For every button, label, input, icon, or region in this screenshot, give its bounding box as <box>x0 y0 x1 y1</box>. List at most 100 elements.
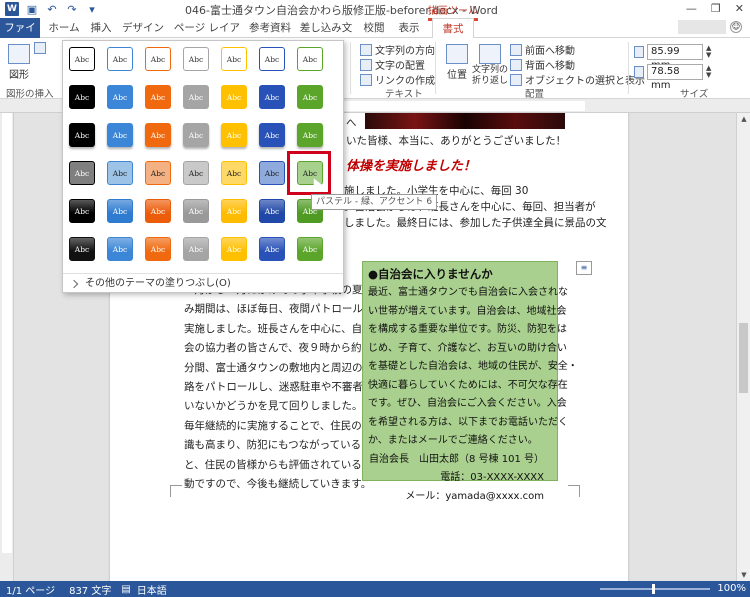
shape-height-input[interactable]: 85.99 mm <box>647 44 703 71</box>
feedback-smiley-icon[interactable]: ☺ <box>730 21 742 33</box>
shape-style-swatch[interactable]: Abc <box>145 199 171 223</box>
user-account[interactable]: ☺ <box>678 20 742 34</box>
title-bar: W ▣ ↶ ↷ ▾ 046-富士通タウン自治会かわら版修正版-beforer.d… <box>0 0 750 18</box>
width-spin-arrows[interactable]: ▲ ▼ <box>706 65 714 79</box>
undo-icon[interactable]: ↶ <box>45 2 59 16</box>
vertical-ruler[interactable] <box>0 113 14 581</box>
header-image[interactable] <box>365 113 565 129</box>
shape-style-swatch[interactable]: Abc <box>183 161 209 185</box>
shape-style-swatch[interactable]: Abc <box>107 47 133 71</box>
shape-style-swatch[interactable]: Abc <box>259 123 285 147</box>
zoom-slider-knob[interactable] <box>652 584 655 594</box>
shape-style-swatch[interactable]: Abc <box>297 237 323 261</box>
tab-design[interactable]: デザイン <box>120 18 166 38</box>
doc-text-line: しました。最終日には、参加した子供達全員に景品の文 <box>344 217 607 229</box>
shape-style-swatch[interactable]: Abc <box>107 85 133 109</box>
shape-style-swatch[interactable]: Abc <box>221 123 247 147</box>
tab-references[interactable]: 参考資料 <box>246 18 294 38</box>
shape-style-swatch[interactable]: Abc <box>221 47 247 71</box>
vertical-scrollbar[interactable]: ▲ ▼ <box>736 113 750 581</box>
shape-style-swatch[interactable]: Abc <box>297 85 323 109</box>
shape-style-swatch[interactable]: Abc <box>69 123 95 147</box>
shape-style-swatch[interactable]: Abc <box>297 123 323 147</box>
text-box-title: ●自治会に入りませんか <box>368 267 493 281</box>
article-line: 実施しました。班長さんを中心に、自治 <box>184 322 373 335</box>
edit-points-button[interactable] <box>34 42 46 54</box>
tab-file[interactable]: ファイル <box>0 18 40 54</box>
shape-height-spinner[interactable]: 85.99 mm ▲▼ <box>634 44 714 71</box>
shape-style-swatch[interactable]: Abc <box>183 47 209 71</box>
scroll-thumb[interactable] <box>739 323 748 393</box>
redo-icon[interactable]: ↷ <box>65 2 79 16</box>
shape-style-swatch[interactable]: Abc <box>259 161 285 185</box>
shape-button[interactable]: 図形 <box>2 42 36 81</box>
tab-home[interactable]: ホーム <box>44 18 84 38</box>
scroll-up-arrow-icon[interactable]: ▲ <box>737 113 750 125</box>
shape-style-swatch[interactable]: Abc <box>183 85 209 109</box>
shape-style-swatch[interactable]: Abc <box>107 199 133 223</box>
shape-style-swatch[interactable]: Abc <box>145 85 171 109</box>
shape-style-swatch[interactable]: Abc <box>259 85 285 109</box>
shape-style-swatch[interactable]: Abc <box>221 85 247 109</box>
height-spin-arrows[interactable]: ▲ ▼ <box>706 45 714 59</box>
selection-pane-button[interactable]: オブジェクトの選択と表示 <box>510 72 645 87</box>
word-logo-icon: W <box>5 2 19 16</box>
layout-options-icon[interactable]: ≡ <box>576 261 592 275</box>
tab-page-layout[interactable]: ページ レイアウト <box>170 18 244 54</box>
tab-view[interactable]: 表示 <box>392 18 426 38</box>
shape-style-swatch[interactable]: Abc <box>107 161 133 185</box>
shape-style-swatch[interactable]: Abc <box>107 237 133 261</box>
shape-style-swatch[interactable]: Abc <box>259 47 285 71</box>
zoom-level[interactable]: 100% <box>717 583 746 594</box>
shape-style-swatch[interactable]: Abc <box>259 199 285 223</box>
page-count[interactable]: 1/1 ページ <box>6 582 55 597</box>
text-direction-button[interactable]: 文字列の方向 <box>360 42 435 57</box>
proofing-icon[interactable]: ▤ <box>121 584 130 595</box>
tab-format[interactable]: 書式 <box>432 18 474 39</box>
shape-style-swatch[interactable]: Abc <box>145 161 171 185</box>
shape-style-swatch[interactable]: Abc <box>221 199 247 223</box>
scroll-down-arrow-icon[interactable]: ▼ <box>737 569 750 581</box>
contact-email: メール：yamada@xxxx.com <box>405 490 544 502</box>
shape-style-swatch[interactable]: Abc <box>183 199 209 223</box>
word-count[interactable]: 837 文字 <box>69 582 111 597</box>
membership-text-box[interactable]: ●自治会に入りませんか 最近、富士通タウンでも自治会に入会されな い世帯が増えて… <box>362 261 578 502</box>
shape-style-swatch[interactable]: Abc <box>145 123 171 147</box>
shape-style-swatch[interactable]: Abc <box>145 237 171 261</box>
shape-style-swatch[interactable]: Abc <box>221 237 247 261</box>
ruler-text-area <box>2 113 12 553</box>
language[interactable]: 日本語 <box>137 582 167 597</box>
text-align-button[interactable]: 文字の配置 <box>360 57 425 72</box>
text-box-line: じめ、子育て、介護など、お互いの助け合い <box>368 342 567 354</box>
article-line: 毎年継続的に実施することで、住民の意 <box>184 419 373 432</box>
minimize-button[interactable]: — <box>686 2 697 15</box>
shape-width-input[interactable]: 78.58 mm <box>647 64 703 91</box>
create-link-button[interactable]: リンクの作成 <box>360 72 435 87</box>
close-button[interactable]: ✕ <box>735 2 744 15</box>
wrap-text-button[interactable]: 文字列の折り返し <box>470 42 510 87</box>
zoom-slider[interactable] <box>600 584 710 594</box>
shape-style-swatch[interactable]: Abc <box>69 85 95 109</box>
shape-style-swatch[interactable]: Abc <box>69 237 95 261</box>
bring-forward-button[interactable]: 前面へ移動 <box>510 42 575 57</box>
tab-mailings[interactable]: 差し込み文書 <box>296 18 356 54</box>
restore-button[interactable]: ❐ <box>711 2 721 15</box>
shape-style-swatch[interactable]: Abc <box>183 123 209 147</box>
shape-style-swatch[interactable]: Abc <box>221 161 247 185</box>
shape-width-spinner[interactable]: 78.58 mm ▲ ▼ <box>634 64 714 91</box>
shape-style-swatch[interactable]: Abc <box>107 123 133 147</box>
shape-style-swatch[interactable]: Abc <box>69 161 95 185</box>
send-backward-button[interactable]: 背面へ移動 <box>510 57 575 72</box>
shape-style-swatch[interactable]: Abc <box>183 237 209 261</box>
shape-style-swatch[interactable]: Abc <box>69 47 95 71</box>
shape-style-swatch[interactable]: Abc <box>297 47 323 71</box>
more-theme-fills-button[interactable]: その他のテーマの塗りつぶし(O) <box>63 273 343 293</box>
customize-qat-icon[interactable]: ▾ <box>85 2 99 16</box>
save-icon[interactable]: ▣ <box>25 2 39 16</box>
shape-style-swatch[interactable]: Abc <box>145 47 171 71</box>
shape-style-swatch[interactable]: Abc <box>259 237 285 261</box>
tab-review[interactable]: 校閲 <box>358 18 390 38</box>
position-button[interactable]: 位置 <box>440 42 474 81</box>
shape-style-swatch[interactable]: Abc <box>69 199 95 223</box>
tab-insert[interactable]: 挿入 <box>84 18 118 38</box>
